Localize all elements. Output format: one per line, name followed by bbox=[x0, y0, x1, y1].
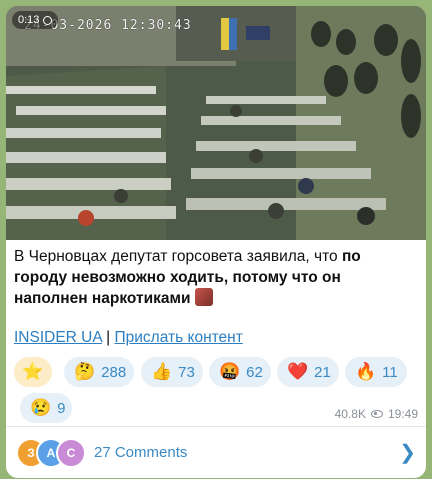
avatar: C bbox=[56, 437, 86, 468]
commenter-avatars: З A C bbox=[16, 436, 96, 470]
video-duration-badge: 0:13 bbox=[12, 11, 59, 29]
reaction-count: 21 bbox=[314, 363, 331, 381]
chevron-right-icon: ❯ bbox=[399, 442, 416, 464]
view-count: 40.8K bbox=[334, 407, 366, 421]
reaction-count: 11 bbox=[382, 363, 398, 381]
message-text: В Черновцах депутат горсовета заявила, ч… bbox=[14, 246, 416, 309]
comments-button[interactable]: З A C 27 Comments ❯ bbox=[6, 427, 426, 478]
angry-face-icon: 🤬 bbox=[219, 362, 241, 381]
star-icon: ⭐ bbox=[22, 362, 44, 381]
mute-icon[interactable] bbox=[43, 15, 53, 25]
custom-emoji-icon bbox=[194, 288, 213, 306]
video-preview[interactable]: 24-03-2026 12:30:43 0:13 bbox=[6, 6, 426, 240]
council-hall-image bbox=[6, 6, 426, 240]
reaction-thumbs-up[interactable]: 👍 73 bbox=[141, 357, 203, 387]
eye-icon bbox=[370, 410, 383, 418]
reaction-count: 62 bbox=[246, 363, 263, 381]
reaction-count: 73 bbox=[178, 363, 195, 381]
thinking-face-icon: 🤔 bbox=[74, 362, 96, 381]
reaction-count: 288 bbox=[101, 363, 127, 381]
message-time: 19:49 bbox=[387, 407, 418, 421]
channel-links: INSIDER UA | Прислать контент bbox=[14, 329, 243, 347]
reaction-crying[interactable]: 😢 9 bbox=[20, 393, 72, 423]
link-separator: | bbox=[106, 329, 111, 346]
reaction-count: 9 bbox=[57, 399, 66, 417]
reaction-thinking[interactable]: 🤔 288 bbox=[64, 357, 134, 387]
message-meta: 40.8K 19:49 bbox=[335, 407, 418, 421]
reaction-star[interactable]: ⭐ bbox=[14, 357, 52, 387]
heart-icon: ❤️ bbox=[287, 362, 309, 381]
comments-label: 27 Comments bbox=[94, 444, 188, 461]
message-bubble: 24-03-2026 12:30:43 0:13 В Черновцах деп… bbox=[6, 6, 426, 478]
reaction-fire[interactable]: 🔥 11 bbox=[345, 357, 407, 387]
channel-link[interactable]: INSIDER UA bbox=[14, 329, 102, 346]
duration-text: 0:13 bbox=[18, 14, 40, 26]
crying-face-icon: 😢 bbox=[30, 398, 52, 417]
caption-plain-text: В Черновцах депутат горсовета заявила, ч… bbox=[14, 248, 342, 265]
submit-content-link[interactable]: Прислать контент bbox=[115, 329, 243, 346]
reaction-heart[interactable]: ❤️ 21 bbox=[277, 357, 339, 387]
thumbs-up-icon: 👍 bbox=[151, 362, 173, 381]
fire-icon: 🔥 bbox=[355, 362, 377, 381]
reaction-angry[interactable]: 🤬 62 bbox=[209, 357, 271, 387]
